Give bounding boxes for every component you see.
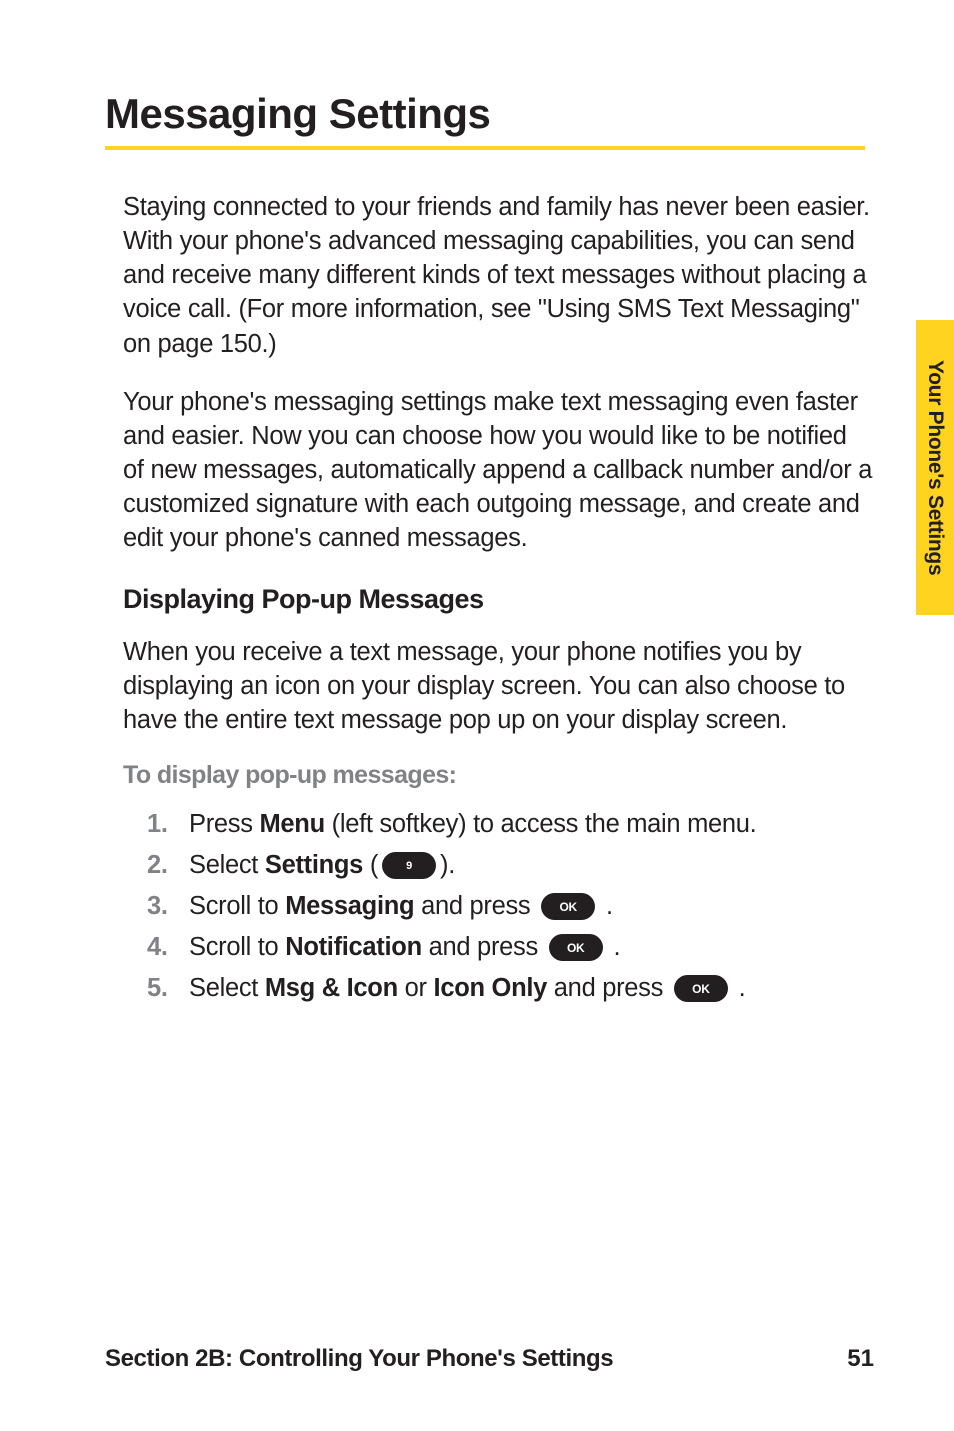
intro-paragraph-1: Staying connected to your friends and fa… — [123, 190, 874, 361]
key-ok-icon: OK — [549, 934, 603, 961]
key-ok-icon: OK — [541, 893, 595, 920]
step-4: 4. Scroll to Notification and press OK . — [147, 933, 874, 962]
step-text: Select Settings (9). — [189, 851, 455, 880]
page-number: 51 — [847, 1345, 874, 1373]
step-1: 1. Press Menu (left softkey) to access t… — [147, 810, 874, 839]
step-text: Press Menu (left softkey) to access the … — [189, 810, 756, 839]
step-text: Select Msg & Icon or Icon Only and press… — [189, 974, 745, 1003]
side-tab-label: Your Phone's Settings — [923, 360, 947, 575]
step-list: 1. Press Menu (left softkey) to access t… — [147, 810, 874, 1003]
step-3: 3. Scroll to Messaging and press OK . — [147, 892, 874, 921]
section-subheading: Displaying Pop-up Messages — [123, 584, 874, 615]
step-number: 3. — [147, 892, 189, 921]
intro-paragraph-2: Your phone's messaging settings make tex… — [123, 385, 874, 556]
step-text: Scroll to Messaging and press OK . — [189, 892, 613, 921]
instruction-lead: To display pop-up messages: — [123, 761, 874, 790]
step-number: 5. — [147, 974, 189, 1003]
page-title: Messaging Settings — [105, 90, 874, 138]
key-9-icon: 9 — [382, 852, 436, 879]
step-number: 4. — [147, 933, 189, 962]
key-ok-icon: OK — [674, 975, 728, 1002]
footer-section-label: Section 2B: Controlling Your Phone's Set… — [105, 1345, 613, 1373]
step-2: 2. Select Settings (9). — [147, 851, 874, 880]
side-tab: Your Phone's Settings — [916, 320, 954, 615]
step-number: 1. — [147, 810, 189, 839]
page-footer: Section 2B: Controlling Your Phone's Set… — [105, 1345, 874, 1373]
title-underline — [105, 146, 865, 150]
section-paragraph: When you receive a text message, your ph… — [123, 635, 874, 737]
step-5: 5. Select Msg & Icon or Icon Only and pr… — [147, 974, 874, 1003]
step-number: 2. — [147, 851, 189, 880]
step-text: Scroll to Notification and press OK . — [189, 933, 620, 962]
